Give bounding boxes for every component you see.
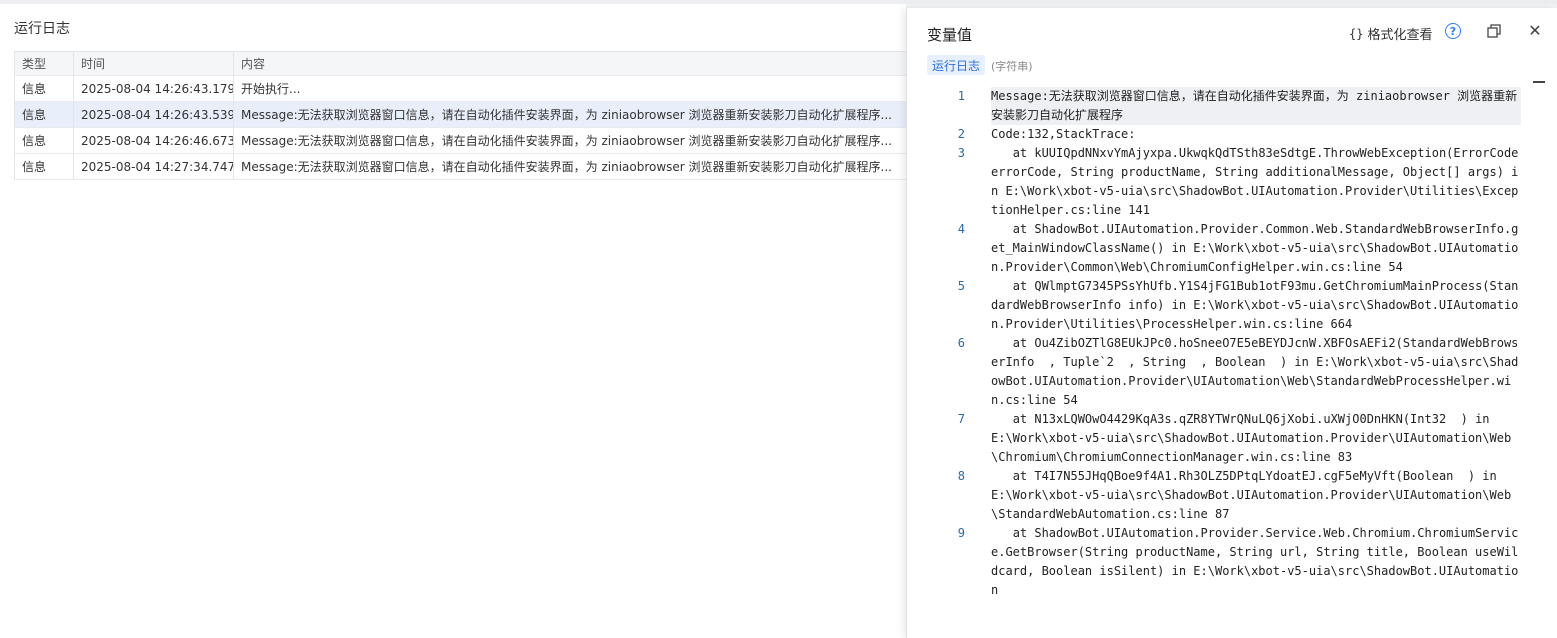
code-line: 5 at QWlmptG7345PSsYhUfb.Y1S4jFG1Bub1otF… (907, 277, 1527, 334)
code-line: 1 Message:无法获取浏览器窗口信息，请在自动化插件安装界面，为 zini… (907, 87, 1527, 125)
row-content-text: 开始执行... (241, 82, 301, 96)
code-line: 4 at ShadowBot.UIAutomation.Provider.Com… (907, 220, 1527, 277)
line-number: 3 (957, 146, 965, 160)
line-number: 7 (957, 412, 965, 426)
column-header-time[interactable]: 时间 (74, 52, 234, 75)
row-content-text: Message:无法获取浏览器窗口信息，请在自动化插件安装界面，为 ziniao… (241, 108, 892, 122)
code-line: 9 at ShadowBot.UIAutomation.Provider.Ser… (907, 524, 1527, 600)
log-panel-title: 运行日志 (14, 21, 70, 37)
row-type: 信息 (15, 154, 74, 179)
row-type: 信息 (15, 102, 74, 127)
variable-name-tag: 运行日志 (927, 55, 986, 75)
row-content: 开始执行... (234, 76, 906, 101)
table-row[interactable]: 信息 2025-08-04 14:26:43.539 Message:无法获取浏… (15, 102, 906, 128)
variable-value-viewer[interactable]: 1 Message:无法获取浏览器窗口信息，请在自动化插件安装界面，为 zini… (907, 87, 1527, 638)
log-table: 类型 时间 内容 信息 2025-08-04 14:26:43.179 开始执行… (14, 51, 906, 180)
close-icon[interactable]: ✕ (1527, 23, 1543, 39)
line-text: at ShadowBot.UIAutomation.Provider.Servi… (991, 526, 1519, 597)
braces-icon: {} (1349, 26, 1364, 41)
table-row[interactable]: 信息 2025-08-04 14:27:34.747 Message:无法获取浏… (15, 154, 906, 180)
row-content: Message:无法获取浏览器窗口信息，请在自动化插件安装界面，为 ziniao… (234, 154, 906, 179)
line-number: 4 (957, 222, 965, 236)
line-text: at T4I7N55JHqQBoe9f4A1.Rh3OLZ5DPtqLYdoat… (991, 469, 1512, 521)
row-time: 2025-08-04 14:27:34.747 (74, 154, 234, 179)
format-view-button[interactable]: {} 格式化查看 (1349, 24, 1433, 44)
variable-panel-title: 变量值 (927, 26, 973, 44)
line-number: 5 (957, 279, 965, 293)
format-view-label: 格式化查看 (1367, 28, 1433, 43)
line-number: 1 (957, 89, 965, 103)
line-number: 2 (957, 127, 965, 141)
line-number: 9 (957, 526, 965, 540)
line-text: Code:132,StackTrace: (991, 127, 1136, 141)
log-table-header: 类型 时间 内容 (15, 52, 906, 76)
line-text: at kUUIQpdNNxvYmAjyxpa.UkwqkQdTSth83eSdt… (991, 146, 1526, 217)
code-line: 8 at T4I7N55JHqQBoe9f4A1.Rh3OLZ5DPtqLYdo… (907, 467, 1527, 524)
code-line: 6 at Ou4ZibOZTlG8EUkJPc0.hoSneeO7E5eBEYD… (907, 334, 1527, 410)
row-content: Message:无法获取浏览器窗口信息，请在自动化插件安装界面，为 ziniao… (234, 102, 906, 127)
line-number: 8 (957, 469, 965, 483)
line-text: Message:无法获取浏览器窗口信息，请在自动化插件安装界面，为 ziniao… (991, 87, 1521, 125)
line-number: 6 (957, 336, 965, 350)
row-type: 信息 (15, 76, 74, 101)
row-content-text: Message:无法获取浏览器窗口信息，请在自动化插件安装界面，为 ziniao… (241, 134, 892, 148)
row-content-text: Message:无法获取浏览器窗口信息，请在自动化插件安装界面，为 ziniao… (241, 160, 892, 174)
line-text: at N13xLQWOwO4429KqA3s.qZR8YTWrQNuLQ6jXo… (991, 412, 1512, 464)
line-text: at Ou4ZibOZTlG8EUkJPc0.hoSneeO7E5eBEYDJc… (991, 336, 1519, 407)
row-time: 2025-08-04 14:26:46.673 (74, 128, 234, 153)
line-text: at QWlmptG7345PSsYhUfb.Y1S4jFG1Bub1otF93… (991, 279, 1519, 331)
row-content: Message:无法获取浏览器窗口信息，请在自动化插件安装界面，为 ziniao… (234, 128, 906, 153)
row-time: 2025-08-04 14:26:43.179 (74, 76, 234, 101)
code-line: 2 Code:132,StackTrace: (907, 125, 1527, 144)
column-header-content[interactable]: 内容 (234, 52, 906, 75)
code-line: 7 at N13xLQWOwO4429KqA3s.qZR8YTWrQNuLQ6j… (907, 410, 1527, 467)
variable-type-label: (字符串) (991, 60, 1033, 73)
row-time: 2025-08-04 14:26:43.539 (74, 102, 234, 127)
collapse-icon[interactable] (1533, 81, 1545, 83)
row-type: 信息 (15, 128, 74, 153)
restore-window-icon[interactable] (1487, 24, 1501, 38)
code-line: 3 at kUUIQpdNNxvYmAjyxpa.UkwqkQdTSth83eS… (907, 144, 1527, 220)
line-text: at ShadowBot.UIAutomation.Provider.Commo… (991, 222, 1519, 274)
table-row[interactable]: 信息 2025-08-04 14:26:43.179 开始执行... (15, 76, 906, 102)
run-log-panel: 运行日志 类型 时间 内容 信息 2025-08-04 14:26:43.179… (0, 4, 906, 638)
column-header-type[interactable]: 类型 (15, 52, 74, 75)
variable-value-panel: 变量值 {} 格式化查看 ? ✕ 运行日志 (字符串) 1 Message:无法… (906, 8, 1557, 638)
help-icon[interactable]: ? (1445, 23, 1461, 39)
table-row[interactable]: 信息 2025-08-04 14:26:46.673 Message:无法获取浏… (15, 128, 906, 154)
